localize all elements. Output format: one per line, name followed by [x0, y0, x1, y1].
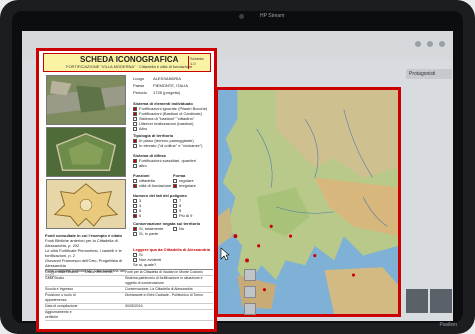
legend-section: Leggere qua da Cittadella di Alessandria…	[133, 247, 213, 267]
field-paese: Paese PIEMONTE, ITALIA	[133, 83, 189, 88]
field-periodo: Periodo 1728 (progetto)	[133, 90, 181, 95]
plan-drawing[interactable]	[46, 179, 126, 229]
right-panel: Protagonisti	[406, 69, 452, 319]
iconographic-card: SCHEDA ICONOGRAFICA FORTIFICAZIONE "VILL…	[36, 48, 217, 332]
source-item: Giovanni Francesco dell'Orto, Progettist…	[45, 258, 123, 268]
checkbox-sides[interactable]: 6	[133, 213, 173, 218]
card-title: SCHEDA ICONOGRAFICA	[80, 55, 179, 64]
source-item: Fonti Bibliche anteriori per la Cittadel…	[45, 238, 118, 248]
card-code-value: 1.0	[190, 61, 196, 66]
checkbox-form[interactable]: irregolare	[173, 183, 213, 188]
conservation-section: Conservazione negata sul territorio Si, …	[133, 221, 213, 236]
table-row: Aggiornamento e verifiche	[45, 310, 213, 321]
strip-button[interactable]	[244, 303, 256, 315]
function-form-section: Funzioni cittadella città di fondazione …	[133, 173, 213, 188]
strip-button[interactable]	[244, 269, 256, 281]
checkbox-conservation[interactable]: No	[173, 226, 213, 231]
table-row: Posizione o ruolo di appartenenza Dichiar…	[45, 293, 213, 304]
card-fields: Luogo ALESSANDRIA Paese PIEMONTE, ITALIA P…	[133, 75, 214, 96]
source-item: Le città Fortificate Piemontesi, I caste…	[45, 248, 122, 258]
metadata-table: Gruppo della Ricerca Link di riferimento F…	[45, 269, 213, 321]
webcam-icon	[239, 14, 244, 19]
device-footer-label: Pavilion	[439, 322, 457, 328]
defense-system-section: Sistema di difesa Fortificazioni sussidi…	[133, 153, 213, 168]
table-row: Casa Studio Sistema patrimonio di fortifi…	[45, 276, 213, 287]
mouse-cursor-icon	[220, 247, 230, 261]
tab-protagonisti[interactable]: Protagonisti	[406, 69, 452, 79]
checkbox-system[interactable]: altro	[133, 163, 213, 168]
checkbox-conservation[interactable]: Si, in parte	[133, 231, 173, 236]
checkbox-element[interactable]: Altro	[133, 126, 213, 131]
map-view[interactable]	[215, 87, 401, 317]
card-code: Scheda 1.0	[188, 56, 208, 69]
close-icon[interactable]	[439, 41, 445, 47]
legend-question: Se si, quale?	[133, 262, 157, 267]
thumbnail-tile[interactable]	[430, 289, 452, 313]
typology-section: Tipologia di territorio In piano (terren…	[133, 133, 213, 148]
aerial-photo[interactable]	[46, 75, 126, 125]
checkbox-function[interactable]: città di fondazione	[133, 183, 173, 188]
checkbox-sides[interactable]: Più di 9	[173, 213, 213, 218]
brand-label: HP Stream	[260, 13, 285, 19]
minimize-icon[interactable]	[415, 41, 421, 47]
strip-button[interactable]	[244, 286, 256, 298]
maximize-icon[interactable]	[427, 41, 433, 47]
field-luogo: Luogo ALESSANDRIA	[133, 76, 182, 81]
checkbox-typology[interactable]: In elevato ("di colline" e "vicinanze")	[133, 143, 213, 148]
elements-section: Sistema di elementi individuato Fortific…	[133, 101, 213, 131]
window-controls[interactable]	[415, 41, 445, 47]
thumbnail-tile[interactable]	[406, 289, 428, 313]
fortress-photo[interactable]	[46, 127, 126, 177]
card-subtitle: FORTIFICAZIONE "VILLA MODERNA" · Cittade…	[66, 64, 193, 69]
sides-section: Numero dei lati del poligono 3 7 4 8 5 9…	[133, 193, 213, 218]
card-header: SCHEDA ICONOGRAFICA FORTIFICAZIONE "VILL…	[43, 53, 211, 72]
